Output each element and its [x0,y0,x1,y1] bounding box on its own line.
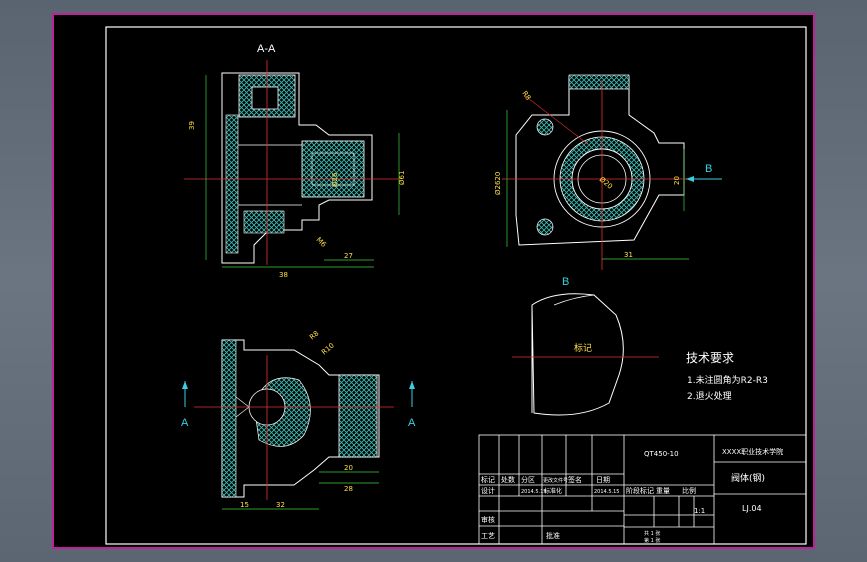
drawing-sheet: A-A 39 38 27 Ø61 Ø26 M6 Ø2620 20 31 R8 Ø… [52,13,815,549]
row-standard: 标准化 [544,487,562,495]
row-stage: 阶段标记 [626,486,654,495]
hdr-zone: 分区 [521,475,535,484]
tech-req-title: 技术要求 [686,351,734,365]
dim-side-right: 20 [673,176,681,185]
dim-bottom-b: 28 [344,485,353,493]
part-name-text: 阀体(钢) [731,472,765,484]
row-approve: 批准 [546,531,560,540]
dim-width-total: 38 [279,271,288,279]
dim-right-length: 27 [344,252,353,260]
dim-bottom-c: 15 [240,501,249,509]
hdr-sign: 签名 [568,475,582,484]
dim-bore: Ø26 [331,172,339,187]
scale-text: 1:1 [694,507,705,515]
material-text: QT450-10 [644,450,679,458]
dim-height-left: 39 [188,121,196,130]
technical-requirements: 技术要求 1.未注圆角为R2-R3 2.退火处理 [686,351,768,402]
row-weight: 重量 [656,487,670,495]
side-view: Ø2620 20 31 R8 Ø20 B [494,74,722,270]
row-date-2: 2014.5.15 [594,489,619,495]
row-check: 审核 [481,515,495,524]
view-arrow-b-label: B [705,163,712,175]
dim-side-bottom: 31 [624,251,633,259]
tech-req-item-2: 2.退火处理 [687,390,732,402]
cut-arrow-left-label: A [181,417,189,429]
hdr-date: 日期 [596,476,610,484]
inner-frame [105,26,807,545]
view-b-label: B [562,276,569,288]
row-process: 工艺 [481,532,495,540]
section-label: A-A [257,43,276,55]
view-b: B 标记 [512,276,659,416]
hdr-count: 处数 [501,475,515,484]
hdr-mark: 标记 [481,475,495,484]
title-block-text: QT450-10 XXXX职业技术学院 阀体(钢) LJ.04 1:1 标记 处… [481,447,783,544]
dim-bottom-r1: R8 [308,329,320,341]
row-design: 设计 [481,486,495,495]
part-mark-note: 标记 [574,342,592,354]
hdr-doc: 更改文件号 [543,477,568,484]
dim-bottom-d: 32 [276,501,285,509]
dim-od-right: Ø61 [398,171,406,185]
dim-bottom-a: 20 [344,464,353,472]
bottom-view: R8 R10 20 28 15 32 A A [181,329,416,510]
row-ratio: 比例 [682,486,696,495]
school-text: XXXX职业技术学院 [722,447,783,456]
cut-arrow-right-label: A [408,417,416,429]
dim-bottom-r2: R10 [320,342,336,357]
row-date-1: 2014.5.15 [521,489,546,495]
section-view-a-a: A-A 39 38 27 Ø61 Ø26 M6 [184,43,406,279]
drawing-number-text: LJ.04 [742,504,762,513]
dim-thread: M6 [315,236,328,249]
sheet-number: 第 1 张 [644,537,660,544]
tech-req-item-1: 1.未注圆角为R2-R3 [687,374,768,386]
dim-side-height: Ø2620 [494,172,502,195]
sheet-total: 共 1 张 [644,530,660,537]
cad-drawing: A-A 39 38 27 Ø61 Ø26 M6 Ø2620 20 31 R8 Ø… [105,26,807,545]
